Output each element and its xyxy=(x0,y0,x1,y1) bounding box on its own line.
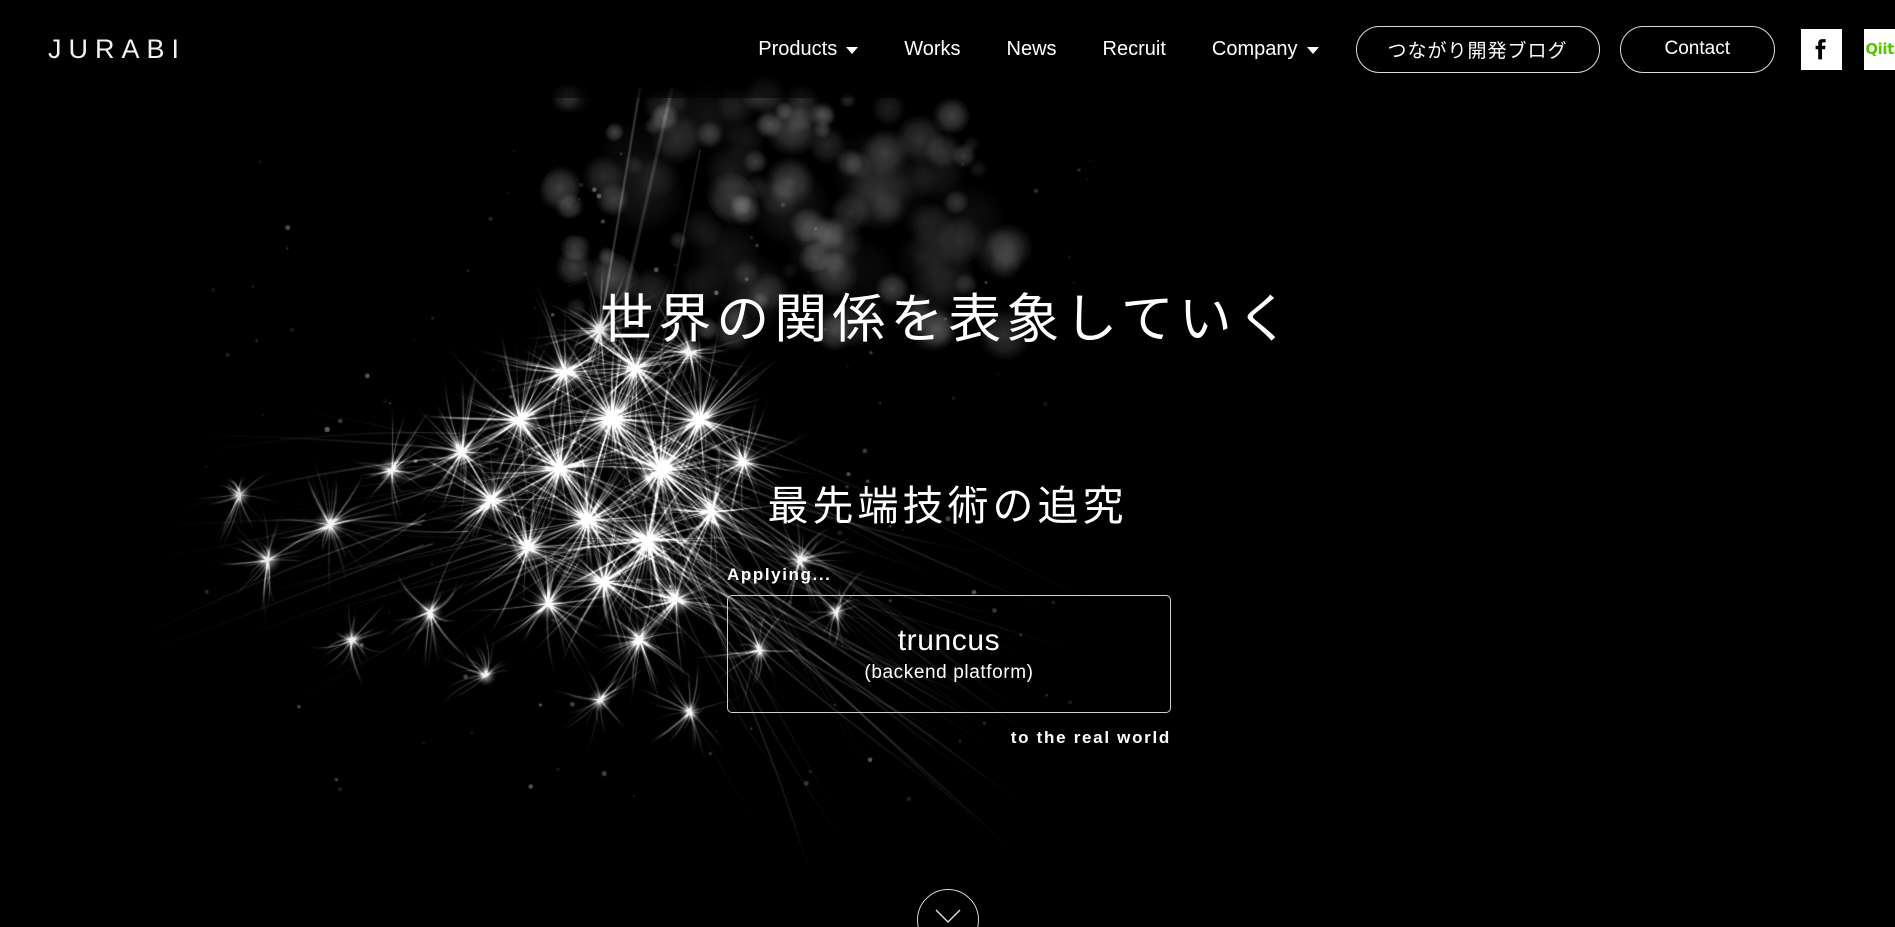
qiita-icon-label: Qiita xyxy=(1865,40,1895,58)
primary-nav: Products Works News Recruit Company つながり… xyxy=(735,25,1895,73)
chevron-down-icon xyxy=(935,909,960,923)
applying-block: Applying... truncus (backend platform) t… xyxy=(727,565,1171,748)
nav-item-recruit-label: Recruit xyxy=(1102,38,1166,60)
nav-item-recruit[interactable]: Recruit xyxy=(1080,25,1189,73)
product-name: truncus xyxy=(897,624,1001,657)
nav-item-news-label: News xyxy=(1006,38,1057,60)
nav-item-works[interactable]: Works xyxy=(881,25,983,73)
facebook-icon[interactable] xyxy=(1801,28,1842,70)
product-subtitle: (backend platform) xyxy=(864,662,1034,683)
nav-item-company-label: Company xyxy=(1211,38,1298,60)
chevron-down-icon xyxy=(846,47,859,54)
product-card-truncus[interactable]: truncus (backend platform) xyxy=(727,595,1171,713)
applying-label: Applying... xyxy=(727,565,832,584)
contact-button[interactable]: Contact xyxy=(1619,25,1775,73)
nav-item-products-label: Products xyxy=(758,38,838,60)
nav-item-news[interactable]: News xyxy=(984,25,1080,73)
chevron-down-icon xyxy=(1306,47,1319,54)
nav-item-works-label: Works xyxy=(904,38,961,60)
brand-logo[interactable]: JURABI xyxy=(48,35,186,63)
hero-section: 世界の関係を表象していく 最先端技術の追究 Applying... truncu… xyxy=(0,0,1895,927)
scroll-down-button[interactable] xyxy=(916,889,979,927)
blog-button[interactable]: つながり開発ブログ xyxy=(1355,25,1600,73)
nav-item-products[interactable]: Products xyxy=(735,25,881,73)
site-header: JURABI Products Works News Recruit Compa… xyxy=(0,0,1895,98)
hero-subheadline: 最先端技術の追究 xyxy=(767,483,1128,529)
applying-tail-text: to the real world xyxy=(1010,728,1171,747)
hero-headline: 世界の関係を表象していく xyxy=(600,290,1295,349)
qiita-icon[interactable]: Qiita xyxy=(1864,28,1895,70)
nav-item-company[interactable]: Company xyxy=(1189,25,1342,73)
